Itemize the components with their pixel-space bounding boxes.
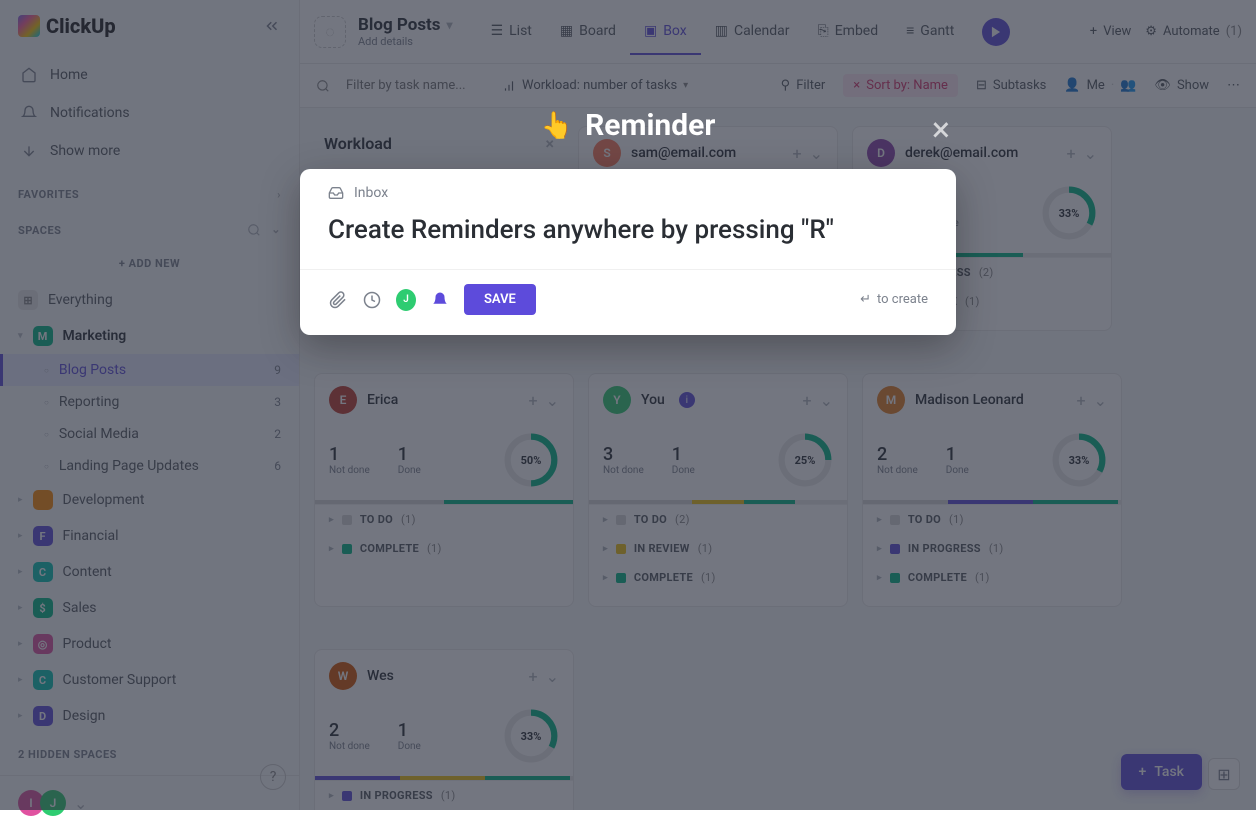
schedule-button[interactable] xyxy=(362,290,382,310)
pointing-hand-icon: 👆 xyxy=(541,111,573,141)
enter-icon: ↵ xyxy=(860,292,871,307)
enter-to-create-hint: ↵ to create xyxy=(860,292,928,307)
save-button[interactable]: SAVE xyxy=(464,284,536,315)
modal-title: 👆 Reminder xyxy=(541,108,716,143)
inbox-icon xyxy=(328,185,344,201)
notify-button[interactable] xyxy=(430,290,450,310)
assignee-button[interactable]: J xyxy=(396,290,416,310)
attachment-button[interactable] xyxy=(328,290,348,310)
reminder-modal: Inbox J SAVE ↵ to create xyxy=(300,169,956,335)
reminder-input[interactable] xyxy=(328,215,928,245)
modal-overlay[interactable]: 👆 Reminder Inbox J SAVE ↵ to create xyxy=(0,0,1256,810)
modal-inbox-selector[interactable]: Inbox xyxy=(300,169,956,207)
close-modal-button[interactable]: × xyxy=(932,110,950,150)
